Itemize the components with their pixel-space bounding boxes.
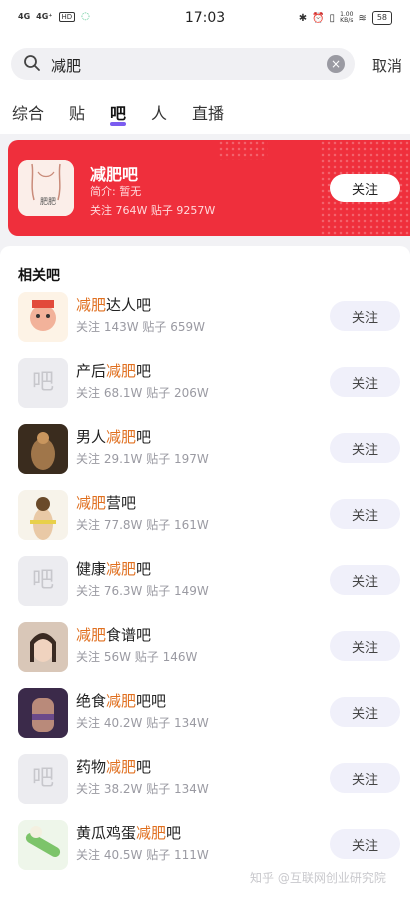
follow-button[interactable]: 关注 (330, 433, 400, 463)
bar-avatar (18, 490, 68, 540)
battery-indicator: 58 (371, 11, 392, 25)
follow-button[interactable]: 关注 (330, 829, 400, 859)
featured-title: 减肥吧 (90, 165, 139, 184)
tab-bar: 综合 贴 吧 人 直播 (0, 90, 410, 134)
speed-unit: KB/s (340, 17, 354, 24)
bar-name: 减肥食谱吧 (76, 626, 152, 644)
bar-stats: 关注 40.5W 贴子 111W (76, 848, 209, 862)
list-item[interactable]: 吧 药物减肥吧 关注 38.2W 贴子 134W 关注 (0, 746, 410, 812)
bar-avatar-placeholder: 吧 (18, 358, 68, 408)
bar-avatar (18, 292, 68, 342)
status-bar: 4G 4G⁺ HD ◌ 17:03 ✱ ⏰ ▯ 1.00 KB/s ≋ 58 (0, 0, 410, 38)
follow-button[interactable]: 关注 (330, 499, 400, 529)
wifi-icon: ≋ (358, 12, 367, 24)
alarm-icon: ⏰ (312, 12, 325, 24)
bar-avatar-placeholder: 吧 (18, 754, 68, 804)
list-item[interactable]: 吧 健康减肥吧 关注 76.3W 贴子 149W 关注 (0, 548, 410, 614)
bar-name: 黄瓜鸡蛋减肥吧 (76, 824, 182, 842)
bar-stats: 关注 68.1W 贴子 206W (76, 386, 209, 400)
featured-stats: 关注 764W 贴子 9257W (90, 204, 216, 217)
bar-stats: 关注 38.2W 贴子 134W (76, 782, 209, 796)
follow-button[interactable]: 关注 (330, 367, 400, 397)
bar-avatar-placeholder: 吧 (18, 556, 68, 606)
bar-name: 药物减肥吧 (76, 758, 152, 776)
list-item[interactable]: 吧 产后减肥吧 关注 68.1W 贴子 206W 关注 (0, 350, 410, 416)
tab-indicator (110, 122, 126, 126)
search-input[interactable] (49, 53, 333, 77)
search-box[interactable]: × (11, 48, 355, 80)
tab-live[interactable]: 直播 (192, 100, 224, 124)
bar-stats: 关注 77.8W 贴子 161W (76, 518, 209, 532)
page: 4G 4G⁺ HD ◌ 17:03 ✱ ⏰ ▯ 1.00 KB/s ≋ 58 × (0, 0, 410, 898)
bar-name: 减肥营吧 (76, 494, 137, 512)
cancel-button[interactable]: 取消 (372, 55, 402, 76)
list-item[interactable]: 绝食减肥吧吧 关注 40.2W 贴子 134W 关注 (0, 680, 410, 746)
list-item[interactable]: 男人减肥吧 关注 29.1W 贴子 197W 关注 (0, 416, 410, 482)
follow-button[interactable]: 关注 (330, 301, 400, 331)
list-item[interactable]: 减肥食谱吧 关注 56W 贴子 146W 关注 (0, 614, 410, 680)
search-icon (24, 55, 40, 71)
avatar-caption: 肥肥 (40, 197, 56, 206)
vibrate-icon: ▯ (329, 12, 336, 24)
follow-button[interactable]: 关注 (330, 631, 400, 661)
featured-bar-card[interactable]: 肥肥 减肥吧 简介: 暂无 关注 764W 贴子 9257W 关注 (8, 140, 410, 236)
decor-dots (218, 140, 268, 160)
follow-button[interactable]: 关注 (330, 763, 400, 793)
bar-stats: 关注 40.2W 贴子 134W (76, 716, 209, 730)
tab-people[interactable]: 人 (151, 100, 167, 124)
featured-follow-button[interactable]: 关注 (330, 174, 400, 202)
bar-avatar (18, 820, 68, 870)
clear-icon[interactable]: × (327, 55, 345, 73)
bar-name: 健康减肥吧 (76, 560, 152, 578)
bar-avatar (18, 622, 68, 672)
network-speed: 1.00 KB/s (340, 12, 353, 24)
list-item[interactable]: 减肥营吧 关注 77.8W 贴子 161W 关注 (0, 482, 410, 548)
bar-stats: 关注 56W 贴子 146W (76, 650, 198, 664)
bar-name: 绝食减肥吧吧 (76, 692, 167, 710)
status-right: ✱ ⏰ ▯ 1.00 KB/s ≋ 58 (299, 11, 392, 25)
bar-stats: 关注 76.3W 贴子 149W (76, 584, 209, 598)
bar-name: 男人减肥吧 (76, 428, 152, 446)
bar-name: 产后减肥吧 (76, 362, 152, 380)
tab-posts[interactable]: 贴 (69, 100, 85, 124)
bar-avatar (18, 424, 68, 474)
bar-avatar (18, 688, 68, 738)
bluetooth-icon: ✱ (298, 12, 308, 24)
tab-overall[interactable]: 综合 (12, 100, 44, 124)
watermark: 知乎 @互联网创业研究院 (250, 871, 386, 885)
bar-stats: 关注 29.1W 贴子 197W (76, 452, 209, 466)
section-title: 相关吧 (18, 268, 60, 284)
follow-button[interactable]: 关注 (330, 697, 400, 727)
bar-stats: 关注 143W 贴子 659W (76, 320, 205, 334)
search-bar: × 取消 (0, 38, 410, 90)
body-outline-icon: 肥肥 (18, 160, 74, 216)
bar-name: 减肥达人吧 (76, 296, 152, 314)
list-item[interactable]: 减肥达人吧 关注 143W 贴子 659W 关注 (0, 284, 410, 350)
follow-button[interactable]: 关注 (330, 565, 400, 595)
related-bars-section: 相关吧 减肥达人吧 关注 143W 贴子 659W 关注 吧 产后减肥吧 关注 … (0, 246, 410, 898)
tab-bars[interactable]: 吧 (110, 100, 126, 124)
featured-intro: 简介: 暂无 (90, 185, 142, 198)
featured-avatar: 肥肥 (18, 160, 74, 216)
